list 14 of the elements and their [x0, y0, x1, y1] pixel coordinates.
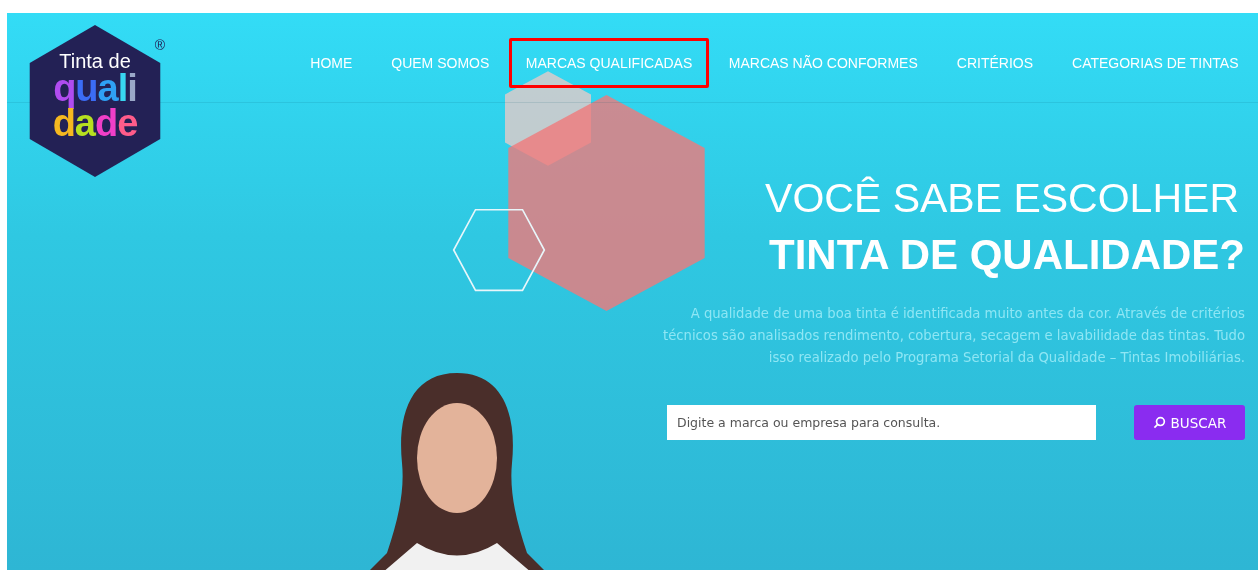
hero-text: A qualidade de uma boa tinta é identificada muito antes da cor. Através de critérios técnicos são analisados rendimento, cobertura, secagem e lavabilidade das tintas. Tudo isso realizado pelo Programa Setorial da Qualidade – Tintas Imobiliárias.	[662, 305, 1245, 367]
logo-text: Tinta de	[59, 49, 131, 73]
nav-link[interactable]: CRITÉRIOS	[937, 46, 1053, 88]
search-field[interactable]: Digite a marca ou empresa para consulta.	[667, 405, 1096, 440]
nav-link[interactable]: HOME	[290, 46, 372, 88]
nav-link[interactable]: QUEM SOMOS	[371, 46, 509, 88]
hero-title: TINTA DE QUALIDADE?	[769, 230, 1245, 280]
search-icon	[1152, 416, 1166, 429]
nav-link[interactable]: CATEGORIAS DE TINTAS	[1052, 46, 1258, 88]
nav-link[interactable]: MARCAS NÃO CONFORMES	[709, 46, 938, 88]
search-button[interactable]: BUSCAR	[1134, 405, 1245, 440]
hero-title: VOCÊ SABE ESCOLHER	[765, 174, 1240, 223]
nav-link[interactable]: MARCAS QUALIFICADAS	[508, 38, 710, 88]
registered-mark: ®	[154, 37, 165, 53]
